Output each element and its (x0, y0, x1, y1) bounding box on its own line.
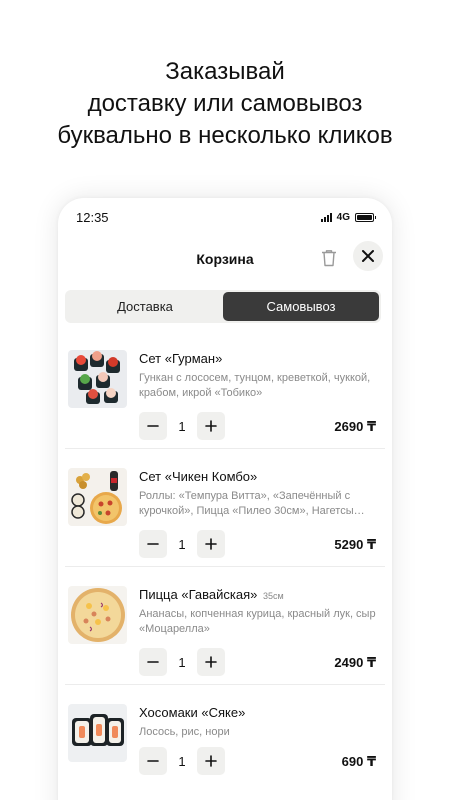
cart-item: Хосомаки «Сяке» Лосось, рис, нори 1 690 … (65, 685, 385, 800)
item-price: 2490 ₸ (334, 655, 376, 670)
increase-button[interactable] (197, 412, 225, 440)
minus-icon (147, 543, 159, 545)
quantity-value: 1 (178, 753, 186, 769)
promo-headline: Заказывай доставку или самовывоз букваль… (0, 56, 450, 152)
quantity-value: 1 (178, 418, 186, 434)
plus-icon (205, 755, 217, 767)
item-image-chicken-combo (68, 468, 127, 526)
trash-icon[interactable] (320, 248, 338, 268)
delivery-type-switch: Доставка Самовывоз (65, 290, 381, 323)
headline-line-3: буквально в несколько кликов (57, 122, 393, 149)
decrease-button[interactable] (139, 412, 167, 440)
plus-icon (205, 656, 217, 668)
increase-button[interactable] (197, 747, 225, 775)
cart-items-list: Сет «Гурман» Гункан с лососем, тунцом, к… (58, 331, 392, 800)
headline-line-1: Заказывай (165, 58, 285, 85)
increase-button[interactable] (197, 530, 225, 558)
item-price: 2690 ₸ (334, 419, 376, 434)
item-image-hawaiian-pizza (68, 586, 127, 644)
status-bar: 12:35 4G (58, 198, 392, 236)
tab-pickup[interactable]: Самовывоз (223, 292, 379, 321)
item-name[interactable]: Сет «Гурман» (139, 351, 224, 366)
close-button[interactable] (353, 241, 383, 271)
status-indicators: 4G (320, 211, 376, 223)
item-title: Сет «Гурман» (139, 351, 223, 366)
item-description: Ананасы, копченная курица, красный лук, … (139, 608, 376, 635)
item-price: 690 ₸ (341, 754, 376, 769)
item-name[interactable]: Пицца «Гавайская» 35см (139, 587, 284, 602)
phone-mockup: 12:35 4G Корзина Доставка Самовывоз Сет … (58, 198, 392, 800)
item-size: 35см (262, 591, 284, 601)
cart-title: Корзина (196, 251, 254, 267)
minus-icon (147, 760, 159, 762)
cart-header: Корзина (58, 238, 392, 280)
decrease-button[interactable] (139, 747, 167, 775)
quantity-stepper: 1 (139, 648, 225, 676)
item-image-hosomaki (68, 704, 127, 762)
signal-icon (320, 212, 332, 222)
quantity-stepper: 1 (139, 530, 225, 558)
cart-item: Пицца «Гавайская» 35см Ананасы, копченна… (65, 567, 385, 685)
battery-icon (355, 212, 376, 222)
item-price: 5290 ₸ (334, 537, 376, 552)
status-time: 12:35 (76, 209, 109, 225)
item-title: Сет «Чикен Комбо» (139, 469, 258, 484)
minus-icon (147, 425, 159, 427)
increase-button[interactable] (197, 648, 225, 676)
item-title: Пицца «Гавайская» (139, 587, 258, 602)
quantity-stepper: 1 (139, 747, 225, 775)
network-type: 4G (336, 211, 350, 223)
tab-delivery[interactable]: Доставка (67, 292, 223, 321)
item-name[interactable]: Сет «Чикен Комбо» (139, 469, 259, 484)
headline-line-2: доставку или самовывоз (87, 90, 363, 117)
quantity-value: 1 (178, 654, 186, 670)
item-description: Гункан с лососем, тунцом, креветкой, чук… (139, 372, 371, 399)
cart-item: Сет «Чикен Комбо» Роллы: «Темпура Витта»… (65, 449, 385, 567)
item-description: Лосось, рис, нори (139, 726, 230, 738)
item-title: Хосомаки «Сяке» (139, 705, 246, 720)
close-icon (362, 250, 374, 262)
item-description: Роллы: «Темпура Витта», «Запечённый с ку… (139, 490, 365, 517)
cart-item: Сет «Гурман» Гункан с лососем, тунцом, к… (65, 331, 385, 449)
plus-icon (205, 420, 217, 432)
quantity-value: 1 (178, 536, 186, 552)
quantity-stepper: 1 (139, 412, 225, 440)
decrease-button[interactable] (139, 530, 167, 558)
item-image-gurman (68, 350, 127, 408)
plus-icon (205, 538, 217, 550)
decrease-button[interactable] (139, 648, 167, 676)
minus-icon (147, 661, 159, 663)
item-name[interactable]: Хосомаки «Сяке» (139, 705, 247, 720)
